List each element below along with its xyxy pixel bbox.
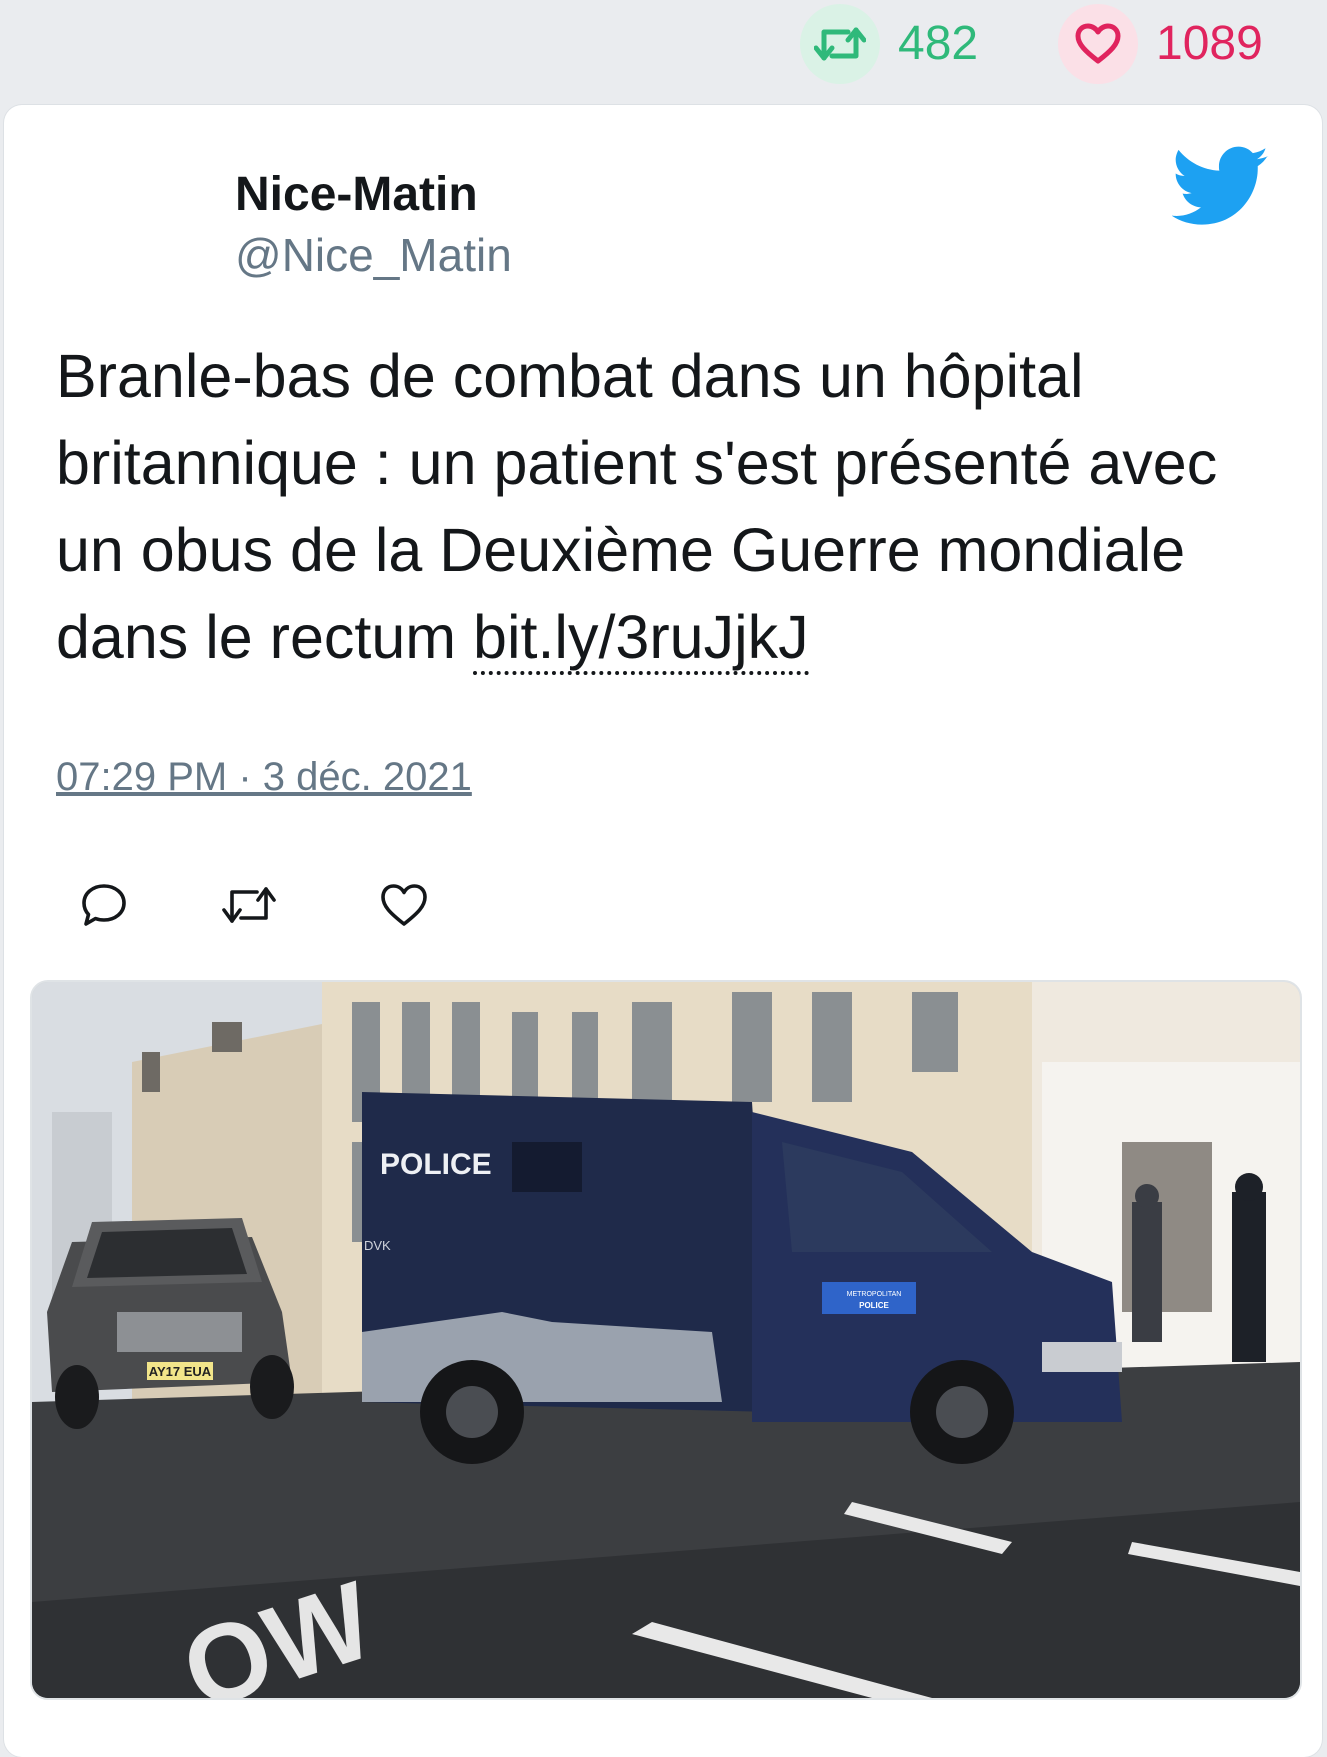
plate-text: AY17 EUA	[149, 1364, 212, 1379]
retweet-button[interactable]	[219, 875, 279, 935]
author-handle[interactable]: @Nice_Matin	[235, 228, 512, 282]
svg-text:METROPOLITAN: METROPOLITAN	[847, 1291, 902, 1298]
tweet-text: Branle-bas de combat dans un hôpital bri…	[56, 333, 1286, 681]
like-button[interactable]	[374, 875, 434, 935]
avatar[interactable]	[56, 167, 176, 287]
heart-icon	[1058, 4, 1138, 84]
police-van-photo: AY17 EUA POLICE DVK METROPOLITAN POLICE	[32, 982, 1300, 1698]
twitter-bird-icon[interactable]	[1171, 145, 1270, 229]
retweet-icon	[800, 4, 880, 84]
heart-icon	[381, 884, 427, 926]
police-officer	[1232, 1192, 1266, 1362]
reply-button[interactable]	[74, 875, 134, 935]
like-count: 1089	[1156, 17, 1263, 70]
svg-text:POLICE: POLICE	[859, 1301, 889, 1310]
like-stat[interactable]: 1089	[1058, 4, 1263, 84]
reply-icon	[82, 884, 126, 926]
tweet-link[interactable]: bit.ly/3ruJjkJ	[473, 603, 809, 675]
retweet-stat[interactable]: 482	[800, 4, 978, 84]
van-label: POLICE	[380, 1148, 492, 1181]
van-code: DVK	[364, 1238, 391, 1253]
retweet-count: 482	[898, 17, 979, 70]
tweet-photo[interactable]: AY17 EUA POLICE DVK METROPOLITAN POLICE	[30, 980, 1302, 1700]
tweet-timestamp[interactable]: 07:29 PM · 3 déc. 2021	[56, 755, 472, 800]
tweet-card: Nice-Matin @Nice_Matin Branle-bas de com…	[4, 105, 1322, 1757]
top-stats-bar: 482 1089	[0, 0, 1327, 100]
author-name[interactable]: Nice-Matin	[235, 167, 478, 222]
retweet-icon	[222, 887, 276, 923]
